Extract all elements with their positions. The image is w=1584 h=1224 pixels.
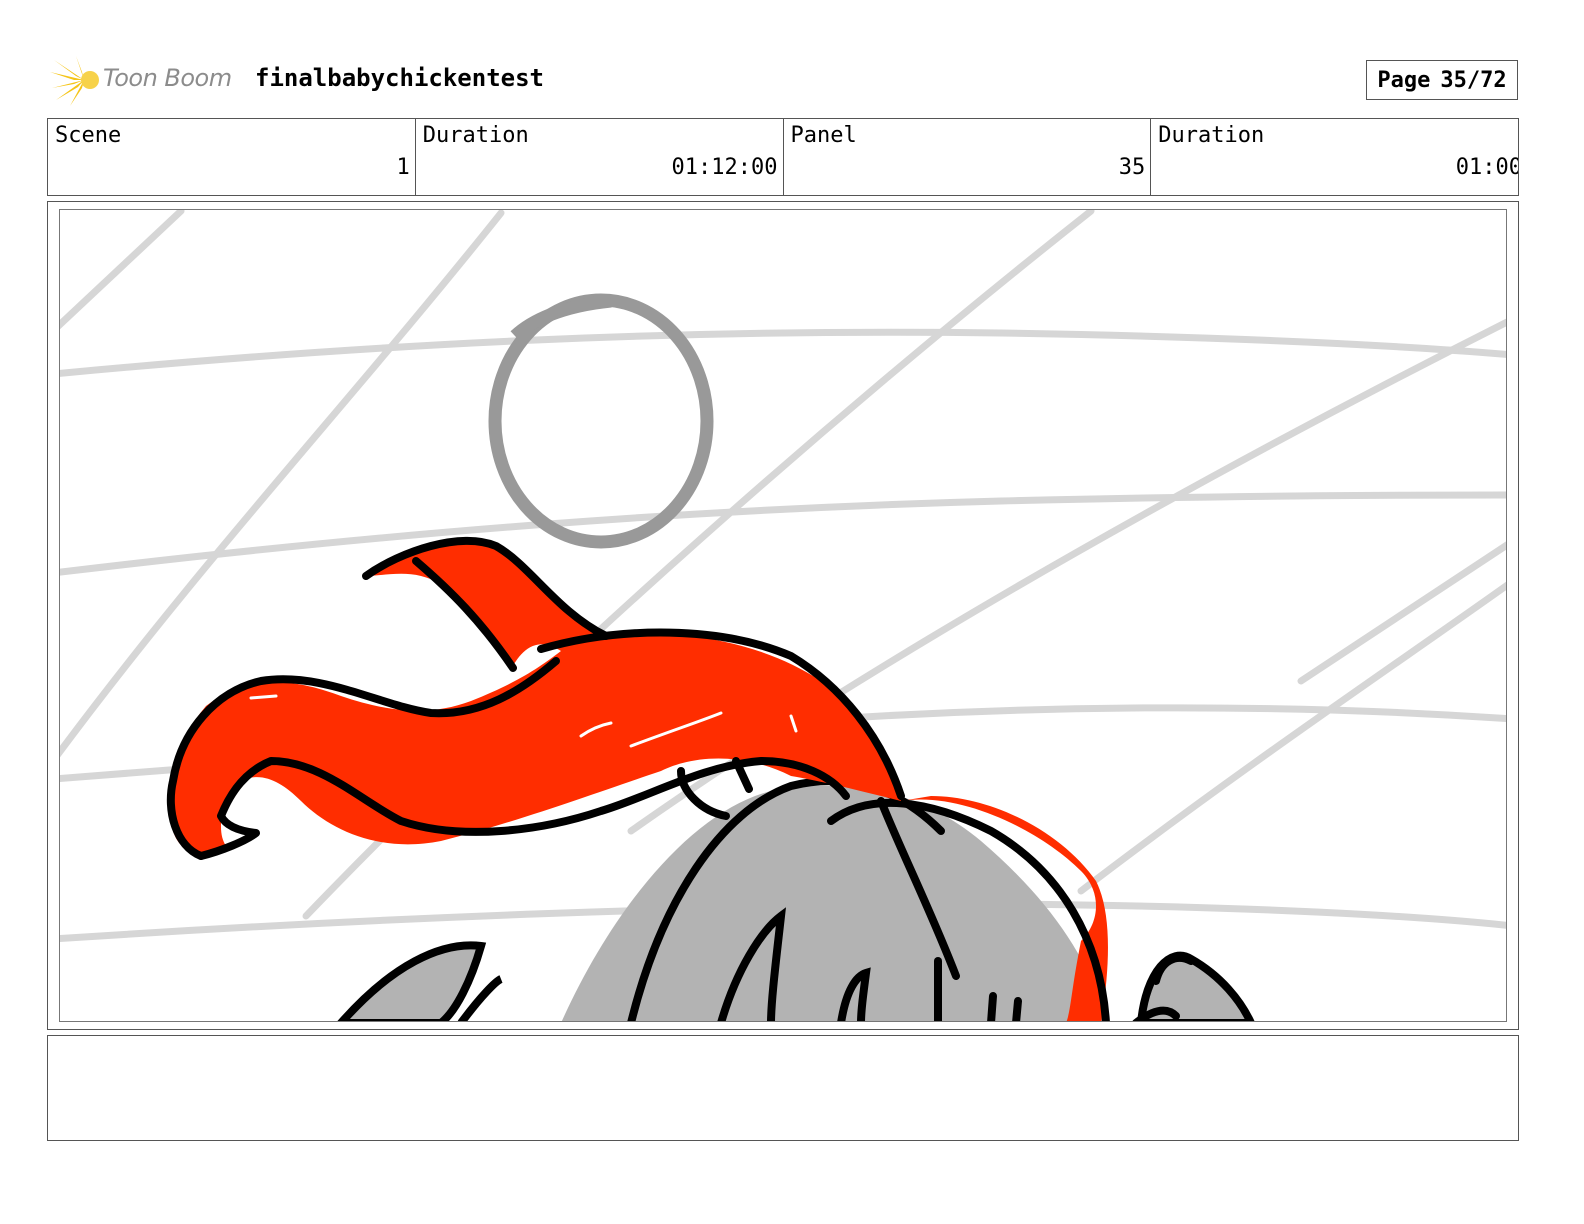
panel-duration-value: 01:00 xyxy=(1455,155,1518,180)
panel-duration-label: Duration xyxy=(1158,123,1265,148)
page-value: 35/72 xyxy=(1440,67,1507,93)
panel-duration-cell: Duration 01:00 xyxy=(1151,119,1518,195)
notes-box xyxy=(47,1035,1519,1141)
page-label: Page xyxy=(1377,67,1431,93)
scene-duration-value: 01:12:00 xyxy=(671,155,778,180)
scene-value: 1 xyxy=(396,155,410,180)
storyboard-sketch xyxy=(60,210,1506,1021)
panel-info-table: Scene 1 Duration 01:12:00 Panel 35 Durat… xyxy=(47,118,1519,196)
scene-label: Scene xyxy=(55,123,122,148)
scene-cell: Scene 1 xyxy=(48,119,416,195)
page-indicator: Page 35/72 xyxy=(1366,60,1518,100)
storyboard-panel xyxy=(59,209,1507,1022)
gray-leaf-left xyxy=(337,941,487,1021)
project-title: finalbabychickentest xyxy=(255,64,544,92)
panel-label: Panel xyxy=(790,123,857,148)
panel-cell: Panel 35 xyxy=(784,119,1152,195)
scene-duration-cell: Duration 01:12:00 xyxy=(416,119,784,195)
brand-name: Toon Boom xyxy=(103,64,232,92)
panel-value: 35 xyxy=(1118,155,1146,180)
scene-duration-label: Duration xyxy=(422,123,529,148)
